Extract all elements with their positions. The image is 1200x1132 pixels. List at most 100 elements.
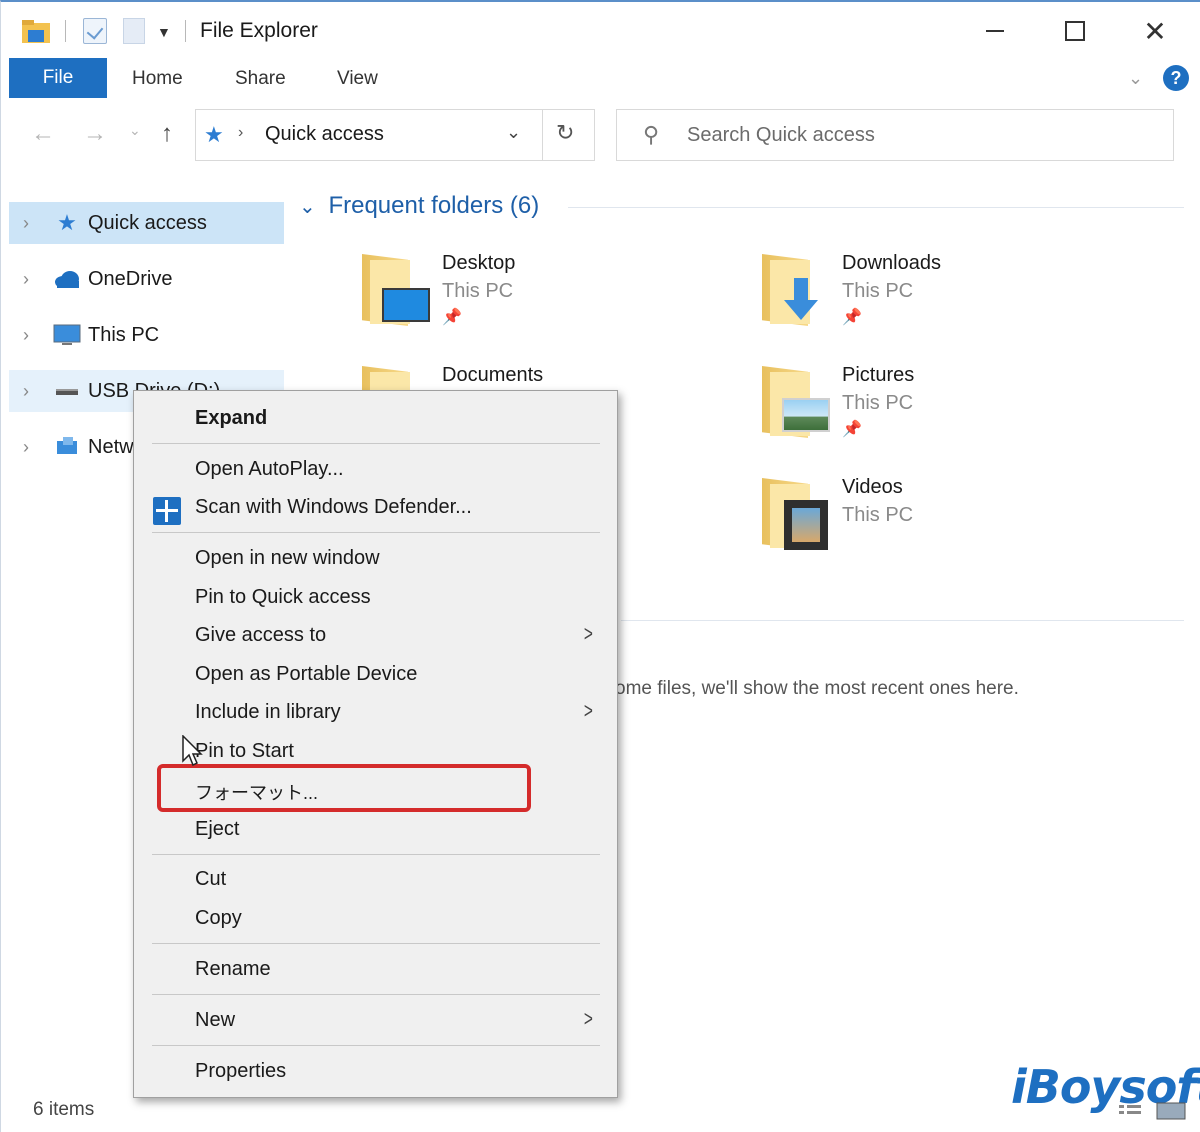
tab-share[interactable]: Share	[235, 68, 286, 90]
group-divider	[568, 207, 1184, 208]
submenu-arrow-icon: >	[583, 621, 593, 646]
menu-item-open-portable-device[interactable]: Open as Portable Device	[195, 663, 417, 686]
folder-name: Desktop	[442, 252, 516, 274]
address-dropdown-chevron-icon[interactable]: ⌄	[506, 122, 521, 143]
maximize-button[interactable]	[1045, 10, 1105, 52]
search-input[interactable]	[687, 124, 1147, 147]
recent-files-divider	[621, 620, 1184, 621]
frequent-folders-header[interactable]: ⌄ Frequent folders (6)	[299, 192, 539, 220]
desktop-folder-icon	[362, 254, 432, 326]
recent-locations-chevron-icon[interactable]: ⌄	[129, 122, 141, 139]
menu-separator	[152, 994, 600, 995]
forward-arrow-icon[interactable]: →	[83, 120, 107, 148]
videos-folder-icon	[762, 478, 832, 550]
up-arrow-icon[interactable]: ↑	[161, 120, 173, 148]
folder-name: Downloads	[842, 252, 941, 274]
folder-location: This PC	[842, 280, 914, 302]
new-folder-quick-icon[interactable]	[123, 18, 145, 44]
folder-name: Documents	[442, 364, 544, 386]
format-highlight-box	[157, 764, 531, 812]
pin-icon: 📌	[442, 309, 462, 326]
address-location[interactable]: Quick access	[265, 123, 384, 146]
expand-chevron-icon[interactable]: ›	[23, 269, 29, 290]
expand-chevron-icon[interactable]: ›	[23, 213, 29, 234]
tab-file[interactable]: File	[9, 58, 107, 98]
toolbar-separator	[185, 20, 186, 42]
recent-files-empty-message: ome files, we'll show the most recent on…	[615, 678, 1019, 699]
menu-separator	[152, 943, 600, 944]
window-title: File Explorer	[200, 19, 318, 42]
menu-item-properties[interactable]: Properties	[195, 1060, 286, 1083]
folder-tile-downloads[interactable]: Downloads This PC 📌	[762, 252, 1062, 342]
network-icon	[57, 437, 77, 454]
expand-chevron-icon[interactable]: ›	[23, 437, 29, 458]
back-arrow-icon[interactable]: ←	[31, 120, 55, 148]
expand-chevron-icon[interactable]: ›	[23, 381, 29, 402]
downloads-folder-icon	[762, 254, 832, 326]
address-bar[interactable]: ★ › Quick access ⌄ ↻	[195, 109, 595, 161]
tab-home[interactable]: Home	[132, 68, 183, 90]
nav-item-onedrive[interactable]: › OneDrive	[9, 258, 284, 300]
folder-tile-videos[interactable]: Videos This PC	[762, 476, 1062, 566]
menu-item-new[interactable]: New	[195, 1009, 235, 1032]
folder-location: This PC	[442, 280, 514, 302]
breadcrumb-arrow-icon[interactable]: ›	[238, 124, 243, 142]
pictures-folder-icon	[762, 366, 832, 438]
expand-ribbon-chevron-icon[interactable]: ⌄	[1128, 68, 1143, 89]
nav-label: Quick access	[88, 211, 207, 234]
view-toggle-icons[interactable]	[1117, 1102, 1189, 1120]
group-title: Frequent folders (6)	[328, 192, 540, 219]
title-bar: ▼ File Explorer ✕	[1, 2, 1200, 60]
explorer-folder-icon	[22, 20, 50, 43]
search-icon: ⚲	[643, 122, 660, 147]
menu-item-copy[interactable]: Copy	[195, 907, 242, 930]
nav-item-quick-access[interactable]: › ★ Quick access	[9, 202, 284, 244]
address-separator	[542, 110, 543, 160]
submenu-arrow-icon: >	[583, 1006, 593, 1031]
folder-location: This PC	[842, 504, 914, 526]
properties-quick-icon[interactable]	[83, 18, 107, 44]
close-button[interactable]: ✕	[1125, 10, 1185, 52]
context-menu: Expand Open AutoPlay... Scan with Window…	[133, 390, 618, 1098]
pin-icon: 📌	[842, 309, 862, 326]
file-explorer-window: ▼ File Explorer ✕ File Home Share View ⌄…	[0, 0, 1200, 1132]
menu-item-include-library[interactable]: Include in library	[195, 701, 341, 724]
toolbar-separator	[65, 20, 66, 42]
search-box[interactable]: ⚲	[616, 109, 1174, 161]
quick-access-star-icon: ★	[204, 122, 224, 147]
menu-item-pin-start[interactable]: Pin to Start	[195, 740, 294, 763]
menu-separator	[152, 443, 600, 444]
menu-item-expand[interactable]: Expand	[195, 407, 267, 430]
monitor-icon	[53, 324, 81, 345]
expand-chevron-icon[interactable]: ›	[23, 325, 29, 346]
status-item-count: 6 items	[33, 1099, 95, 1120]
folder-tile-desktop[interactable]: Desktop This PC 📌	[362, 252, 662, 342]
star-icon: ★	[57, 210, 77, 235]
tab-view[interactable]: View	[337, 68, 378, 90]
menu-item-open-new-window[interactable]: Open in new window	[195, 547, 380, 570]
nav-item-this-pc[interactable]: › This PC	[9, 314, 284, 356]
submenu-arrow-icon: >	[583, 698, 593, 723]
collapse-chevron-icon[interactable]: ⌄	[299, 196, 316, 218]
mouse-cursor-icon	[182, 735, 203, 767]
help-icon[interactable]: ?	[1163, 65, 1189, 91]
windows-defender-icon	[153, 497, 181, 525]
menu-item-give-access[interactable]: Give access to	[195, 624, 326, 647]
menu-separator	[152, 1045, 600, 1046]
menu-item-eject[interactable]: Eject	[195, 818, 239, 841]
ribbon-tabs: File Home Share View ⌄ ?	[1, 58, 1200, 100]
customize-toolbar-dropdown-icon[interactable]: ▼	[157, 24, 171, 40]
menu-item-scan-defender[interactable]: Scan with Windows Defender...	[195, 496, 472, 519]
refresh-icon[interactable]: ↻	[556, 120, 574, 146]
usb-drive-icon	[56, 389, 78, 395]
menu-item-rename[interactable]: Rename	[195, 958, 271, 981]
nav-label: This PC	[88, 323, 160, 346]
folder-location: This PC	[842, 392, 914, 414]
folder-tile-pictures[interactable]: Pictures This PC 📌	[762, 364, 1062, 454]
menu-separator	[152, 532, 600, 533]
menu-item-pin-quick-access[interactable]: Pin to Quick access	[195, 586, 371, 609]
minimize-button[interactable]	[965, 10, 1025, 52]
menu-item-cut[interactable]: Cut	[195, 868, 226, 891]
menu-item-open-autoplay[interactable]: Open AutoPlay...	[195, 458, 344, 481]
pin-icon: 📌	[842, 421, 862, 438]
